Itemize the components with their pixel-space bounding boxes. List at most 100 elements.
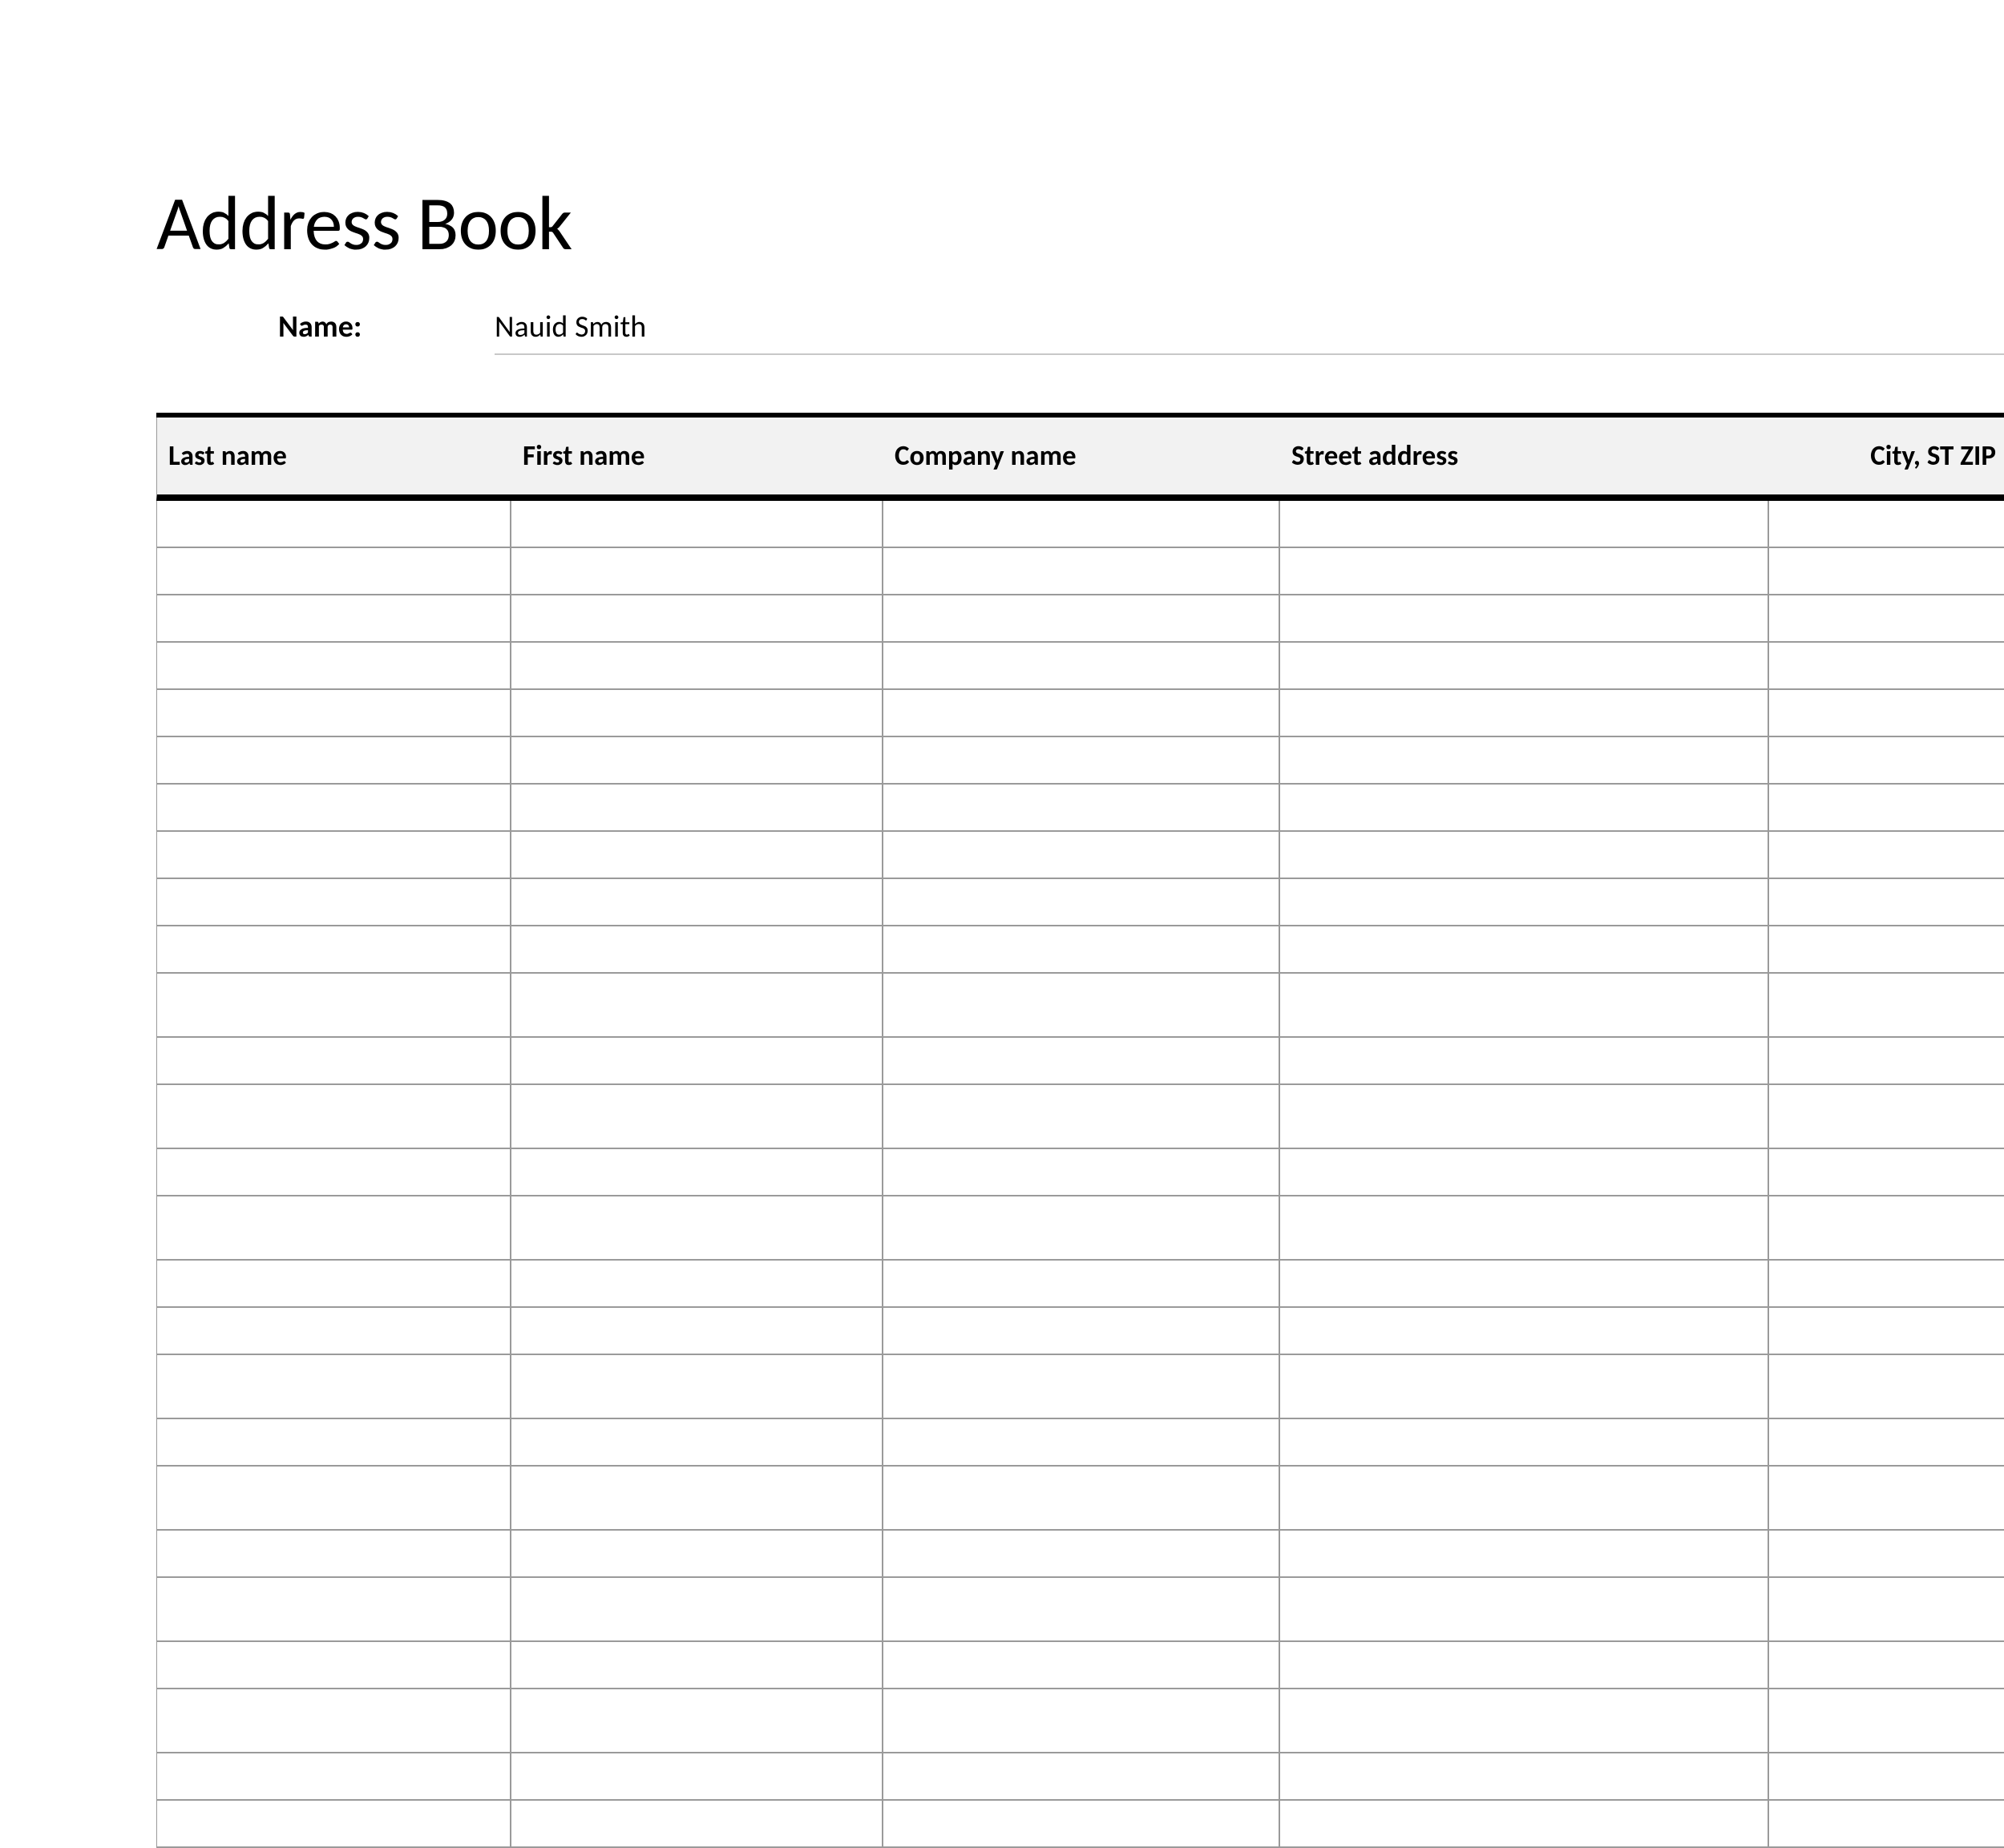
table-cell[interactable]	[1769, 737, 2004, 783]
table-cell[interactable]	[1769, 1261, 2004, 1306]
table-cell[interactable]	[883, 1419, 1280, 1465]
table-cell[interactable]	[157, 879, 511, 925]
table-row[interactable]	[156, 1467, 2004, 1531]
table-cell[interactable]	[883, 1467, 1280, 1529]
table-cell[interactable]	[1280, 1642, 1769, 1688]
table-cell[interactable]	[1769, 1419, 2004, 1465]
table-cell[interactable]	[157, 548, 511, 594]
table-cell[interactable]	[1280, 690, 1769, 736]
table-cell[interactable]	[1769, 1753, 2004, 1799]
table-cell[interactable]	[883, 1578, 1280, 1640]
table-cell[interactable]	[157, 737, 511, 783]
table-cell[interactable]	[511, 643, 883, 688]
table-cell[interactable]	[1769, 501, 2004, 547]
table-cell[interactable]	[511, 974, 883, 1036]
table-cell[interactable]	[1769, 1149, 2004, 1195]
table-cell[interactable]	[1280, 1038, 1769, 1083]
table-cell[interactable]	[1280, 1578, 1769, 1640]
table-row[interactable]	[156, 1355, 2004, 1419]
table-cell[interactable]	[157, 832, 511, 878]
table-cell[interactable]	[511, 1038, 883, 1083]
table-row[interactable]	[156, 1753, 2004, 1801]
table-cell[interactable]	[511, 1149, 883, 1195]
table-cell[interactable]	[511, 832, 883, 878]
table-row[interactable]	[156, 1085, 2004, 1149]
table-row[interactable]	[156, 1689, 2004, 1753]
table-row[interactable]	[156, 926, 2004, 974]
table-cell[interactable]	[1280, 832, 1769, 878]
table-cell[interactable]	[157, 643, 511, 688]
table-cell[interactable]	[883, 1149, 1280, 1195]
table-cell[interactable]	[1769, 1085, 2004, 1148]
owner-name-field[interactable]: Nauid Smith	[495, 309, 2004, 355]
table-cell[interactable]	[1769, 1308, 2004, 1354]
table-cell[interactable]	[157, 1149, 511, 1195]
table-cell[interactable]	[1769, 690, 2004, 736]
table-cell[interactable]	[1280, 1149, 1769, 1195]
table-row[interactable]	[156, 785, 2004, 832]
table-cell[interactable]	[511, 1355, 883, 1418]
table-cell[interactable]	[1769, 832, 2004, 878]
table-cell[interactable]	[511, 501, 883, 547]
table-cell[interactable]	[511, 1753, 883, 1799]
table-cell[interactable]	[1769, 926, 2004, 972]
table-cell[interactable]	[1280, 595, 1769, 641]
table-cell[interactable]	[511, 1261, 883, 1306]
table-cell[interactable]	[157, 1531, 511, 1576]
table-cell[interactable]	[1280, 1689, 1769, 1752]
table-cell[interactable]	[1769, 974, 2004, 1036]
table-cell[interactable]	[1769, 1801, 2004, 1846]
table-cell[interactable]	[511, 1642, 883, 1688]
table-cell[interactable]	[157, 1578, 511, 1640]
table-cell[interactable]	[1280, 879, 1769, 925]
table-cell[interactable]	[1280, 1308, 1769, 1354]
table-cell[interactable]	[511, 690, 883, 736]
table-cell[interactable]	[157, 690, 511, 736]
table-cell[interactable]	[511, 1801, 883, 1846]
table-cell[interactable]	[883, 643, 1280, 688]
table-cell[interactable]	[1280, 1801, 1769, 1846]
table-cell[interactable]	[883, 548, 1280, 594]
table-cell[interactable]	[1769, 1578, 2004, 1640]
table-cell[interactable]	[883, 1355, 1280, 1418]
table-row[interactable]	[156, 690, 2004, 737]
table-cell[interactable]	[157, 501, 511, 547]
table-cell[interactable]	[883, 926, 1280, 972]
table-cell[interactable]	[157, 926, 511, 972]
table-cell[interactable]	[883, 1038, 1280, 1083]
table-cell[interactable]	[157, 974, 511, 1036]
table-cell[interactable]	[883, 690, 1280, 736]
table-cell[interactable]	[1769, 1531, 2004, 1576]
table-cell[interactable]	[511, 879, 883, 925]
table-cell[interactable]	[1280, 501, 1769, 547]
table-cell[interactable]	[157, 785, 511, 830]
table-row[interactable]	[156, 643, 2004, 690]
table-row[interactable]	[156, 548, 2004, 595]
table-cell[interactable]	[1769, 595, 2004, 641]
table-cell[interactable]	[511, 1419, 883, 1465]
table-cell[interactable]	[1769, 643, 2004, 688]
table-cell[interactable]	[883, 1642, 1280, 1688]
table-cell[interactable]	[1280, 548, 1769, 594]
table-cell[interactable]	[1769, 1689, 2004, 1752]
table-cell[interactable]	[1280, 785, 1769, 830]
table-cell[interactable]	[883, 832, 1280, 878]
table-row[interactable]	[156, 832, 2004, 879]
table-row[interactable]	[156, 1196, 2004, 1261]
table-cell[interactable]	[157, 1689, 511, 1752]
table-cell[interactable]	[157, 1085, 511, 1148]
table-cell[interactable]	[1769, 1642, 2004, 1688]
table-row[interactable]	[156, 1261, 2004, 1308]
table-cell[interactable]	[157, 1467, 511, 1529]
table-cell[interactable]	[511, 595, 883, 641]
table-cell[interactable]	[883, 1689, 1280, 1752]
table-cell[interactable]	[157, 1038, 511, 1083]
table-row[interactable]	[156, 1149, 2004, 1196]
table-cell[interactable]	[1280, 1467, 1769, 1529]
table-row[interactable]	[156, 1531, 2004, 1578]
table-row[interactable]	[156, 1801, 2004, 1848]
table-cell[interactable]	[157, 1753, 511, 1799]
table-row[interactable]	[156, 737, 2004, 785]
table-cell[interactable]	[883, 737, 1280, 783]
table-cell[interactable]	[883, 974, 1280, 1036]
